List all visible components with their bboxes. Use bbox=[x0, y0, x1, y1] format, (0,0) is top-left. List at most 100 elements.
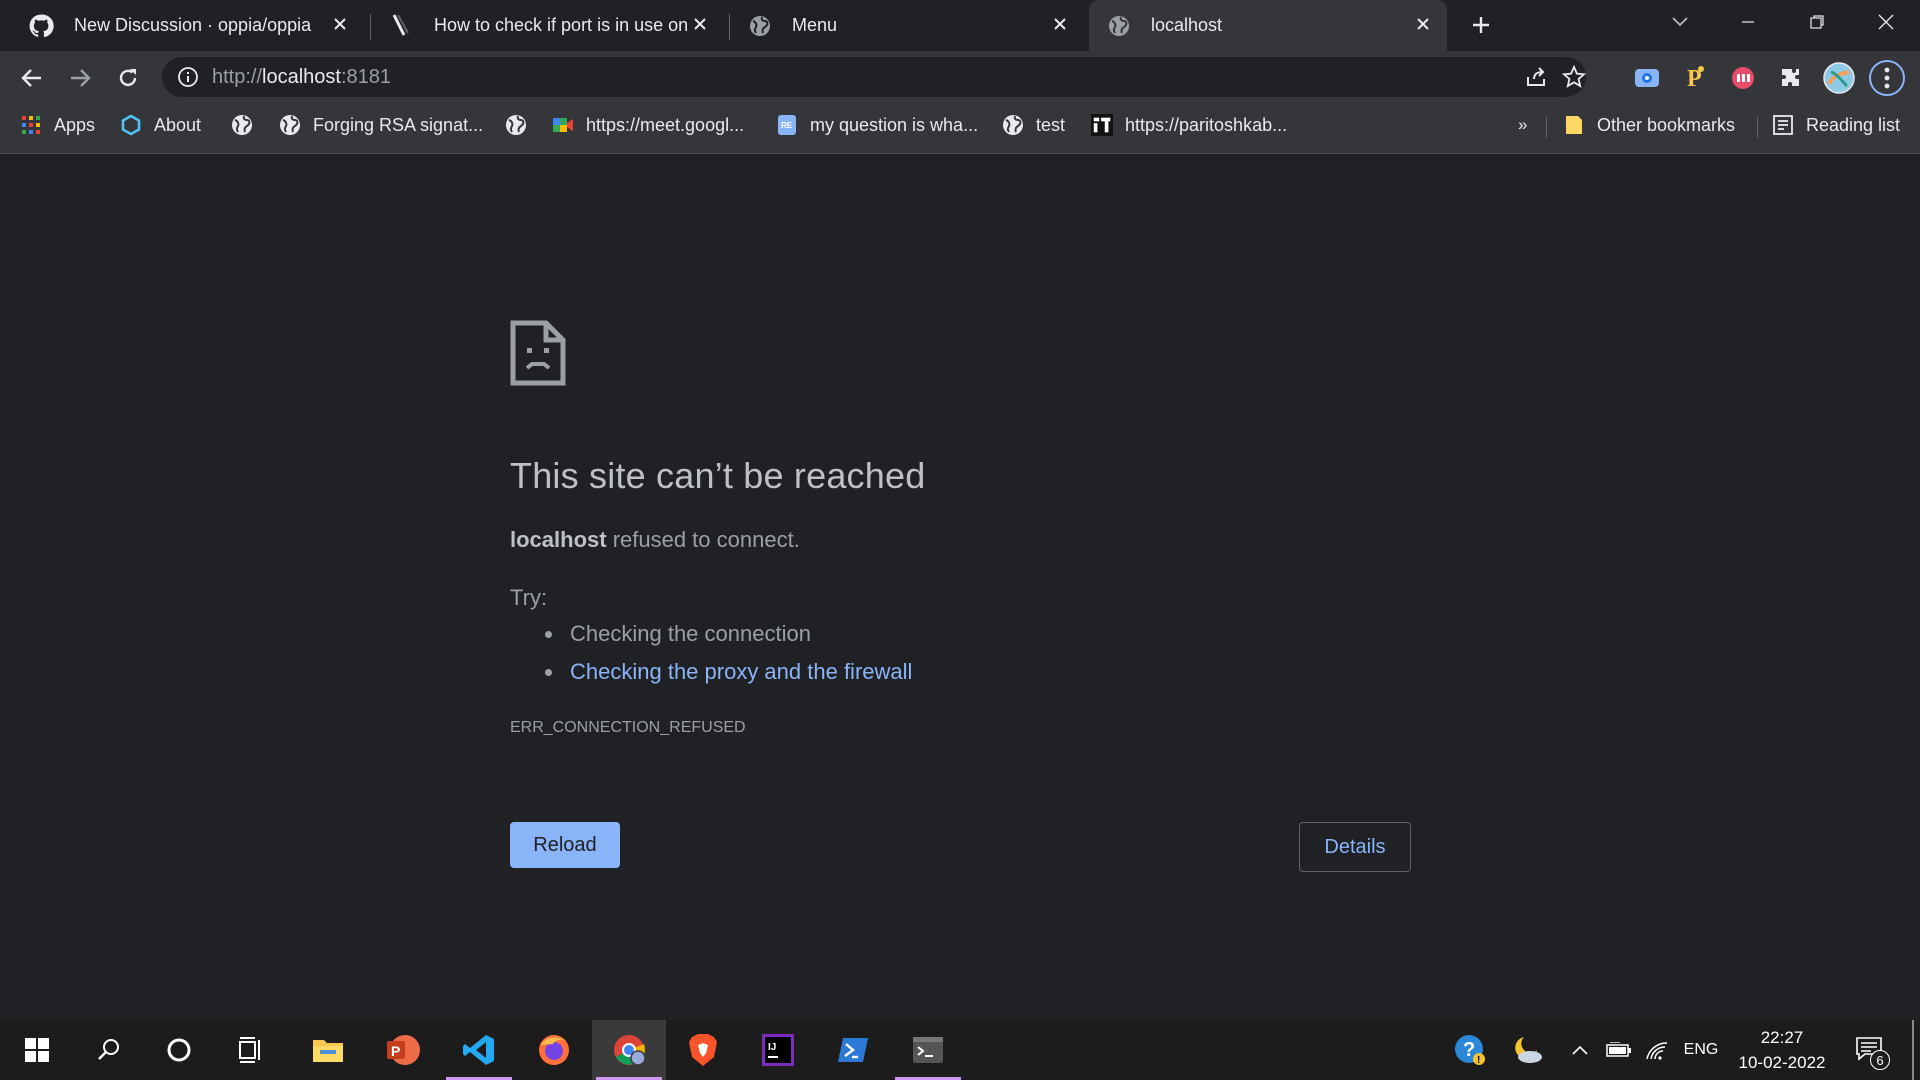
close-window-button[interactable] bbox=[1866, 6, 1906, 38]
overflow-label: » bbox=[1518, 115, 1528, 134]
help-tray-icon[interactable]: ?! bbox=[1450, 1020, 1490, 1080]
wifi-icon[interactable] bbox=[1642, 1020, 1672, 1080]
share-icon[interactable] bbox=[1524, 65, 1548, 94]
globe-icon bbox=[748, 14, 772, 38]
start-button[interactable] bbox=[0, 1020, 74, 1080]
tab-menu[interactable]: Menu bbox=[740, 0, 1080, 51]
avatar[interactable] bbox=[1822, 61, 1856, 95]
bookmark-globe[interactable] bbox=[231, 106, 265, 144]
close-icon[interactable] bbox=[1411, 12, 1435, 36]
stackoverflow-icon bbox=[390, 13, 412, 39]
weather-icon[interactable] bbox=[1507, 1020, 1547, 1080]
svg-text:IJ: IJ bbox=[768, 1042, 776, 1053]
error-description: localhost refused to connect. bbox=[510, 527, 800, 553]
suggestion-link-proxy-firewall[interactable]: Checking the proxy and the firewall bbox=[545, 659, 912, 685]
try-label: Try: bbox=[510, 585, 548, 610]
reading-list-icon bbox=[1772, 114, 1794, 136]
taskbar-powerpoint[interactable]: P bbox=[366, 1020, 440, 1080]
arrow-left-icon bbox=[21, 69, 41, 87]
extensions-puzzle-icon[interactable] bbox=[1774, 61, 1808, 95]
svg-text:P: P bbox=[391, 1043, 400, 1059]
refresh-icon bbox=[119, 69, 137, 87]
back-button[interactable] bbox=[15, 61, 49, 95]
bookmark-label: https://meet.googl... bbox=[586, 114, 745, 135]
taskbar-powershell[interactable] bbox=[816, 1020, 890, 1080]
bookmark-google-meet[interactable]: https://meet.googl... bbox=[552, 106, 744, 144]
bookmark-label: my question is wha... bbox=[810, 114, 979, 135]
show-hidden-icons-button[interactable] bbox=[1568, 1020, 1592, 1080]
bookmark-about[interactable]: About bbox=[120, 106, 201, 144]
intellij-icon: IJ bbox=[762, 1034, 794, 1066]
p-extension-icon[interactable]: P bbox=[1678, 61, 1712, 95]
cortana-button[interactable] bbox=[142, 1020, 216, 1080]
vscode-icon bbox=[463, 1035, 494, 1065]
search-button[interactable] bbox=[72, 1020, 146, 1080]
bookmark-apps[interactable]: Apps bbox=[20, 106, 95, 144]
bookmark-globe-2[interactable] bbox=[505, 106, 539, 144]
show-desktop-button[interactable] bbox=[1912, 1020, 1914, 1080]
screencast-extension-icon[interactable] bbox=[1630, 61, 1664, 95]
tabs-extension-icon[interactable] bbox=[1726, 61, 1760, 95]
taskbar-intellij[interactable]: IJ bbox=[741, 1020, 815, 1080]
taskbar-file-explorer[interactable] bbox=[291, 1020, 365, 1080]
url-host: localhost bbox=[262, 66, 341, 88]
taskbar-firefox[interactable] bbox=[517, 1020, 591, 1080]
bookmark-label: Forging RSA signat... bbox=[313, 114, 484, 135]
bookmarks-overflow-button[interactable]: » bbox=[1518, 106, 1527, 144]
minimize-button[interactable] bbox=[1728, 6, 1768, 38]
suggestion-item: Checking the connection bbox=[545, 621, 912, 647]
tab-localhost[interactable]: localhost bbox=[1089, 0, 1447, 51]
task-view-button[interactable] bbox=[214, 1020, 288, 1080]
reading-list-button[interactable]: Reading list bbox=[1772, 106, 1900, 144]
star-icon[interactable] bbox=[1561, 64, 1587, 94]
tab-stackoverflow[interactable]: How to check if port is in use on bbox=[380, 0, 720, 51]
bookmark-label: Other bookmarks bbox=[1597, 114, 1736, 135]
tab-github[interactable]: New Discussion · oppia/oppia bbox=[20, 0, 360, 51]
taskbar-chrome[interactable] bbox=[592, 1020, 666, 1080]
globe-icon bbox=[231, 114, 253, 136]
battery-icon[interactable] bbox=[1604, 1020, 1634, 1080]
error-title: This site can’t be reached bbox=[510, 455, 926, 496]
search-icon bbox=[98, 1039, 119, 1060]
tab-strip: New Discussion · oppia/oppia How to chec… bbox=[0, 0, 1920, 51]
clock[interactable]: 22:27 10-02-2022 bbox=[1734, 1025, 1830, 1075]
bookmark-forging-rsa[interactable]: Forging RSA signat... bbox=[279, 106, 483, 144]
forward-button[interactable] bbox=[63, 61, 97, 95]
doc-icon: RE bbox=[776, 114, 798, 136]
close-icon[interactable] bbox=[1048, 12, 1072, 36]
restore-button[interactable] bbox=[1797, 6, 1837, 38]
url-text[interactable]: http://localhost:8181 bbox=[212, 66, 391, 89]
error-page: This site can’t be reached localhost ref… bbox=[0, 155, 1920, 1020]
bookmark-my-question[interactable]: RE my question is wha... bbox=[776, 106, 978, 144]
sad-page-icon bbox=[510, 320, 566, 391]
menu-button[interactable] bbox=[1869, 60, 1905, 96]
close-icon[interactable] bbox=[688, 12, 712, 36]
chevron-up-icon bbox=[1572, 1045, 1588, 1055]
close-icon[interactable] bbox=[328, 12, 352, 36]
language-indicator[interactable]: ENG bbox=[1680, 1020, 1722, 1080]
arrow-right-icon bbox=[71, 69, 91, 87]
reload-toolbar-button[interactable] bbox=[111, 61, 145, 95]
terminal-icon bbox=[913, 1037, 943, 1063]
bookmark-label: About bbox=[154, 114, 202, 135]
brave-icon bbox=[689, 1034, 717, 1066]
suggestions-list: Checking the connection Checking the pro… bbox=[545, 621, 912, 697]
clock-date: 10-02-2022 bbox=[1738, 1053, 1826, 1072]
taskbar-terminal[interactable] bbox=[891, 1020, 965, 1080]
tab-search-button[interactable] bbox=[1660, 6, 1700, 38]
taskbar-brave[interactable] bbox=[666, 1020, 740, 1080]
new-tab-button[interactable] bbox=[1466, 10, 1496, 40]
url-port: :8181 bbox=[340, 66, 392, 88]
details-button[interactable]: Details bbox=[1299, 822, 1411, 872]
address-bar[interactable]: http://localhost:8181 bbox=[162, 57, 1587, 97]
bookmark-paritosh[interactable]: https://paritoshkab... bbox=[1091, 106, 1287, 144]
taskbar-vscode[interactable] bbox=[442, 1020, 516, 1080]
plus-icon bbox=[1473, 17, 1489, 33]
info-icon[interactable] bbox=[177, 66, 199, 93]
bookmark-other[interactable]: Other bookmarks bbox=[1563, 106, 1735, 144]
minimize-icon bbox=[1742, 21, 1754, 23]
reload-button[interactable]: Reload bbox=[510, 822, 620, 868]
notifications-button[interactable]: 6 bbox=[1850, 1020, 1890, 1080]
error-code: ERR_CONNECTION_REFUSED bbox=[510, 719, 746, 736]
bookmark-test[interactable]: test bbox=[1002, 106, 1065, 144]
